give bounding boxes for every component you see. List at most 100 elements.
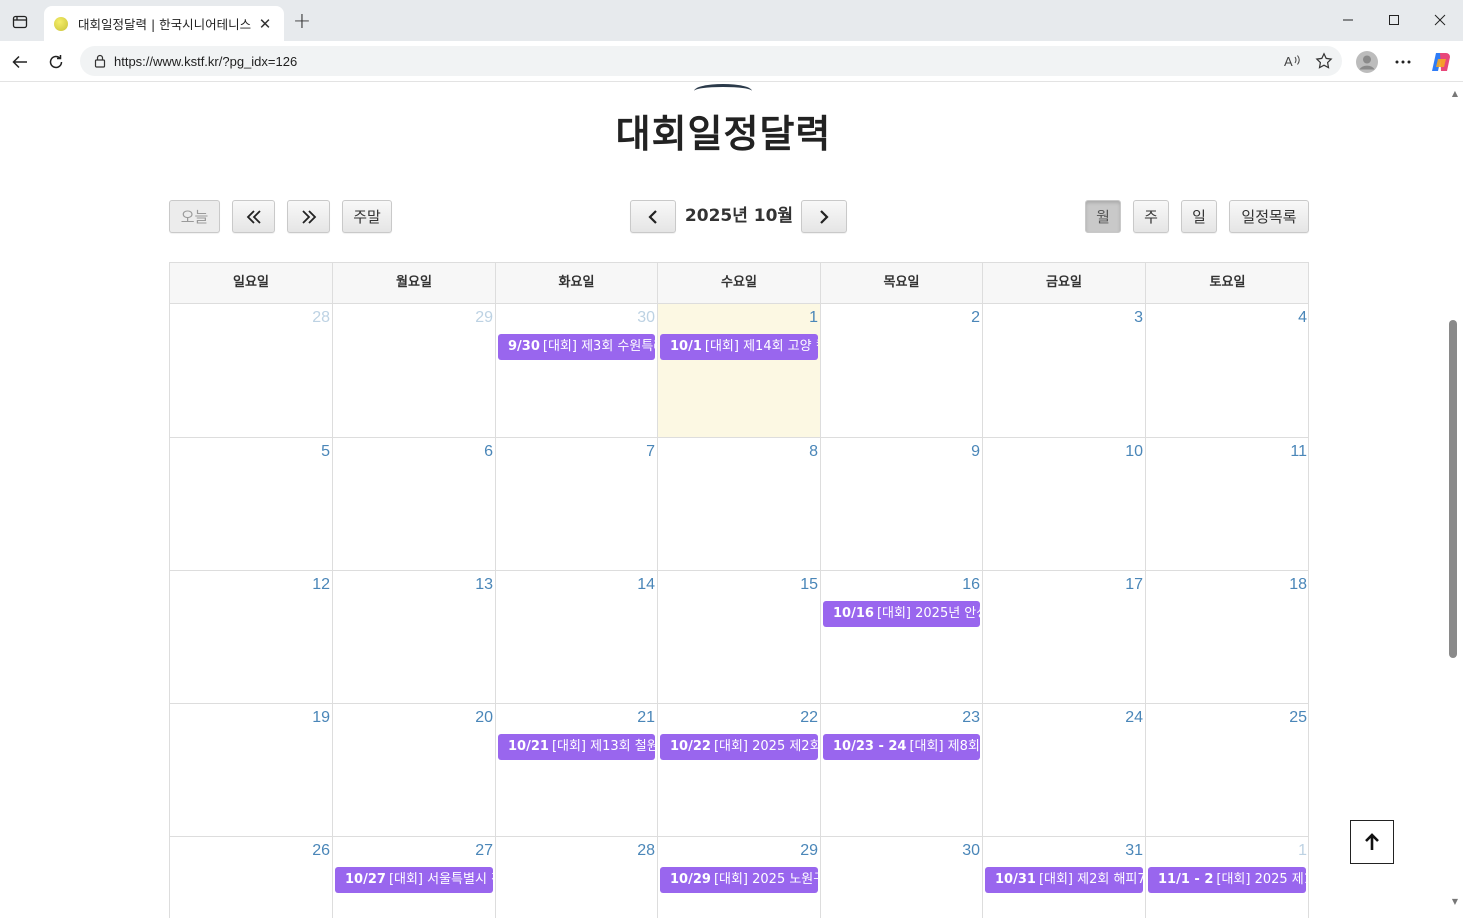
calendar-day-cell[interactable]: 18 [1146, 571, 1309, 704]
scroll-to-top-button[interactable] [1350, 820, 1394, 864]
day-number[interactable]: 16 [962, 576, 980, 594]
calendar-event[interactable]: 10/16 [대회] 2025년 안성 [823, 601, 980, 627]
scrollbar-thumb[interactable] [1449, 320, 1457, 658]
day-number[interactable]: 15 [800, 576, 818, 594]
profile-avatar-icon[interactable] [1353, 48, 1381, 76]
day-number[interactable]: 10 [1125, 443, 1143, 461]
calendar-day-cell[interactable]: 15 [658, 571, 821, 704]
calendar-day-cell[interactable]: 8 [658, 438, 821, 571]
calendar-day-cell[interactable]: 28 [496, 837, 658, 918]
lock-icon[interactable] [90, 51, 110, 71]
tab-actions-icon[interactable] [6, 8, 34, 36]
calendar-day-cell[interactable]: 9 [821, 438, 983, 571]
day-number[interactable]: 29 [475, 309, 493, 327]
reload-icon[interactable] [41, 47, 71, 77]
day-number[interactable]: 27 [475, 842, 493, 860]
day-number[interactable]: 17 [1125, 576, 1143, 594]
day-number[interactable]: 30 [637, 309, 655, 327]
calendar-event[interactable]: 10/23 - 24[대회] 제8회 원 [823, 734, 980, 760]
url-bar[interactable]: https://www.kstf.kr/?pg_idx=126 A [80, 46, 1342, 76]
next-year-button[interactable] [287, 200, 330, 233]
copilot-icon[interactable] [1427, 48, 1455, 76]
calendar-day-cell[interactable]: 21 [496, 704, 658, 837]
day-number[interactable]: 24 [1125, 709, 1143, 727]
calendar-event[interactable]: 10/27 [대회] 서울특별시 전 [335, 867, 493, 893]
day-number[interactable]: 28 [312, 309, 330, 327]
calendar-event[interactable]: 10/21 [대회] 제13회 철원 [498, 734, 655, 760]
close-window-icon[interactable] [1417, 4, 1463, 36]
calendar-day-cell[interactable]: 16 [821, 571, 983, 704]
list-view-button[interactable]: 일정목록 [1229, 200, 1309, 233]
calendar-day-cell[interactable]: 17 [983, 571, 1146, 704]
prev-year-button[interactable] [232, 200, 275, 233]
next-month-button[interactable] [801, 200, 847, 233]
day-number[interactable]: 19 [312, 709, 330, 727]
calendar-event[interactable]: 9/30 [대회] 제3회 수원특례 [498, 334, 655, 360]
day-number[interactable]: 1 [1298, 842, 1307, 860]
day-number[interactable]: 2 [971, 309, 980, 327]
day-number[interactable]: 30 [962, 842, 980, 860]
calendar-event[interactable]: 10/29 [대회] 2025 노원구 [660, 867, 818, 893]
calendar-day-cell[interactable]: 30 [496, 304, 658, 438]
favorite-star-icon[interactable] [1313, 50, 1335, 72]
calendar-day-cell[interactable]: 22 [658, 704, 821, 837]
day-number[interactable]: 3 [1134, 309, 1143, 327]
calendar-day-cell[interactable]: 23 [821, 704, 983, 837]
calendar-day-cell[interactable]: 28 [170, 304, 333, 438]
today-button[interactable]: 오늘 [169, 200, 220, 233]
calendar-day-cell[interactable]: 2 [821, 304, 983, 438]
day-number[interactable]: 31 [1125, 842, 1143, 860]
calendar-day-cell[interactable]: 11 [1146, 438, 1309, 571]
day-number[interactable]: 11 [1290, 443, 1307, 461]
more-options-icon[interactable] [1389, 48, 1417, 76]
minimize-icon[interactable] [1325, 4, 1371, 36]
day-number[interactable]: 26 [312, 842, 330, 860]
day-number[interactable]: 29 [800, 842, 818, 860]
new-tab-button[interactable]: + [290, 9, 314, 34]
calendar-day-cell[interactable]: 20 [333, 704, 496, 837]
tab-close-icon[interactable]: ✕ [256, 15, 274, 33]
day-number[interactable]: 20 [475, 709, 493, 727]
day-number[interactable]: 6 [484, 443, 493, 461]
read-aloud-icon[interactable]: A [1282, 50, 1304, 72]
calendar-event[interactable]: 10/1 [대회] 제14회 고양 컵 [660, 334, 818, 360]
browser-tab[interactable]: 대회일정달력 | 한국시니어테니스 ✕ [44, 6, 284, 41]
calendar-day-cell[interactable]: 4 [1146, 304, 1309, 438]
calendar-day-cell-today[interactable]: 1 [658, 304, 821, 438]
calendar-day-cell[interactable]: 19 [170, 704, 333, 837]
calendar-day-cell[interactable]: 29 [333, 304, 496, 438]
calendar-event[interactable]: 10/22 [대회] 2025 제2회 [660, 734, 818, 760]
calendar-day-cell[interactable]: 5 [170, 438, 333, 571]
day-number[interactable]: 7 [646, 443, 655, 461]
day-number[interactable]: 14 [637, 576, 655, 594]
day-view-button[interactable]: 일 [1181, 200, 1217, 233]
day-number[interactable]: 21 [637, 709, 655, 727]
calendar-day-cell[interactable]: 12 [170, 571, 333, 704]
day-number[interactable]: 5 [321, 443, 330, 461]
calendar-day-cell[interactable]: 30 [821, 837, 983, 918]
day-number[interactable]: 13 [475, 576, 493, 594]
day-number[interactable]: 9 [971, 443, 980, 461]
maximize-icon[interactable] [1371, 4, 1417, 36]
scroll-down-icon[interactable]: ▼ [1447, 894, 1463, 908]
calendar-day-cell[interactable]: 26 [170, 837, 333, 918]
calendar-event[interactable]: 11/1 - 2[대회] 2025 제10 [1148, 867, 1306, 893]
calendar-day-cell[interactable]: 7 [496, 438, 658, 571]
calendar-day-cell[interactable]: 3 [983, 304, 1146, 438]
back-arrow-icon[interactable] [5, 47, 35, 77]
calendar-day-cell[interactable]: 6 [333, 438, 496, 571]
calendar-day-cell[interactable]: 10 [983, 438, 1146, 571]
day-number[interactable]: 12 [312, 576, 330, 594]
day-number[interactable]: 18 [1289, 576, 1307, 594]
week-view-button[interactable]: 주 [1133, 200, 1169, 233]
weekend-button[interactable]: 주말 [342, 200, 392, 233]
day-number[interactable]: 8 [809, 443, 818, 461]
scroll-up-icon[interactable]: ▲ [1447, 86, 1463, 100]
url-text[interactable]: https://www.kstf.kr/?pg_idx=126 [114, 54, 297, 69]
calendar-event[interactable]: 10/31 [대회] 제2회 해피7 [985, 867, 1143, 893]
calendar-day-cell[interactable]: 24 [983, 704, 1146, 837]
calendar-day-cell[interactable]: 25 [1146, 704, 1309, 837]
day-number[interactable]: 4 [1298, 309, 1307, 327]
day-number[interactable]: 23 [962, 709, 980, 727]
calendar-day-cell[interactable]: 14 [496, 571, 658, 704]
